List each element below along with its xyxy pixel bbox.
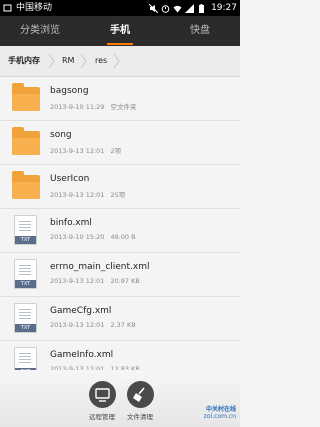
chevron-right-icon <box>48 53 55 69</box>
mute-icon <box>149 3 159 13</box>
file-name: errno_main_client.xml <box>50 262 150 272</box>
file-info: 25项 <box>110 191 126 199</box>
folder-icon <box>12 171 40 201</box>
list-item[interactable]: UserIcon 2013-9-13 12:01 25项 <box>0 165 240 209</box>
remote-manage-button[interactable]: 远程管理 <box>82 381 122 425</box>
txt-file-icon: TXT <box>12 303 40 333</box>
battery-icon <box>199 3 205 13</box>
list-item[interactable]: TXT errno_main_client.xml 2013-9-13 12:0… <box>0 253 240 297</box>
file-name: binfo.xml <box>50 218 92 228</box>
txt-file-icon: TXT <box>12 259 40 289</box>
file-date: 2013-9-13 12:01 <box>50 321 105 329</box>
file-cleanup-label: 文件清理 <box>127 413 153 421</box>
txt-file-icon: TXT <box>12 215 40 245</box>
file-date: 2013-9-13 12:01 <box>50 277 105 285</box>
alarm-icon <box>161 4 170 13</box>
file-name: bagsong <box>50 86 89 96</box>
watermark-line1: 中关村在线 <box>205 406 236 413</box>
carrier-name: 中国移动 <box>16 3 53 13</box>
file-size: 2.37 KB <box>110 321 136 329</box>
file-list: bagsong 2013-9-10 11:29 空文件夹 song 2013-9-… <box>0 77 240 385</box>
file-info: 空文件夹 <box>110 103 137 111</box>
file-info: 2项 <box>110 147 122 155</box>
file-meta: 2013-9-13 12:01 2项 <box>50 145 121 155</box>
usb-icon <box>3 4 12 12</box>
remote-manage-icon <box>88 381 116 408</box>
list-item[interactable]: TXT binfo.xml 2013-9-10 15:20 49.00 B <box>0 209 240 253</box>
list-item[interactable]: bagsong 2013-9-10 11:29 空文件夹 <box>0 77 240 121</box>
watermark-logo: 中关村在线 zol.com.cn <box>204 404 236 420</box>
file-size: 49.00 B <box>110 233 136 241</box>
file-name: song <box>50 130 72 140</box>
folder-icon <box>12 83 40 113</box>
breadcrumb: 手机内存 RM res <box>0 46 240 77</box>
file-meta: 2013-9-10 11:29 空文件夹 <box>50 101 136 111</box>
status-bar: 中国移动 19:27 <box>0 0 240 16</box>
tab-kuaipan[interactable]: 快盘 <box>160 16 240 46</box>
file-date: 2013-9-10 11:29 <box>50 103 105 111</box>
file-name: GameInfo.xml <box>50 350 114 360</box>
tab-category-browse[interactable]: 分类浏览 <box>0 16 80 46</box>
broom-icon <box>126 381 154 408</box>
signal-icon <box>185 3 195 13</box>
remote-manage-label: 远程管理 <box>89 413 115 421</box>
breadcrumb-item-res[interactable]: res <box>95 46 107 76</box>
file-name: GameCfg.xml <box>50 306 112 316</box>
file-meta: 2013-9-13 12:01 25项 <box>50 189 125 199</box>
list-item[interactable]: TXT GameCfg.xml 2013-9-13 12:01 2.37 KB <box>0 297 240 341</box>
status-icons: 19:27 <box>149 0 237 16</box>
file-meta: 2013-9-10 15:20 49.00 B <box>50 233 136 241</box>
wifi-icon <box>173 5 182 12</box>
tab-bar: 分类浏览 手机 快盘 <box>0 16 240 46</box>
file-date: 2013-9-13 12:01 <box>50 191 105 199</box>
watermark-line2: zol.com.cn <box>203 413 236 420</box>
breadcrumb-item-rm[interactable]: RM <box>62 46 74 76</box>
folder-icon <box>12 127 40 157</box>
file-cleanup-button[interactable]: 文件清理 <box>120 381 160 425</box>
chevron-right-icon <box>113 53 120 69</box>
chevron-right-icon <box>80 53 87 69</box>
file-meta: 2013-9-13 12:01 20.97 KB <box>50 277 140 285</box>
file-name: UserIcon <box>50 174 90 184</box>
tab-phone[interactable]: 手机 <box>80 16 160 46</box>
list-item[interactable]: song 2013-9-13 12:01 2项 <box>0 121 240 165</box>
file-meta: 2013-9-13 12:01 2.37 KB <box>50 321 136 329</box>
file-date: 2013-9-13 12:01 <box>50 147 105 155</box>
breadcrumb-item-phone-storage[interactable]: 手机内存 <box>8 46 40 76</box>
clock: 19:27 <box>211 3 237 13</box>
file-size: 20.97 KB <box>110 277 140 285</box>
file-date: 2013-9-10 15:20 <box>50 233 105 241</box>
